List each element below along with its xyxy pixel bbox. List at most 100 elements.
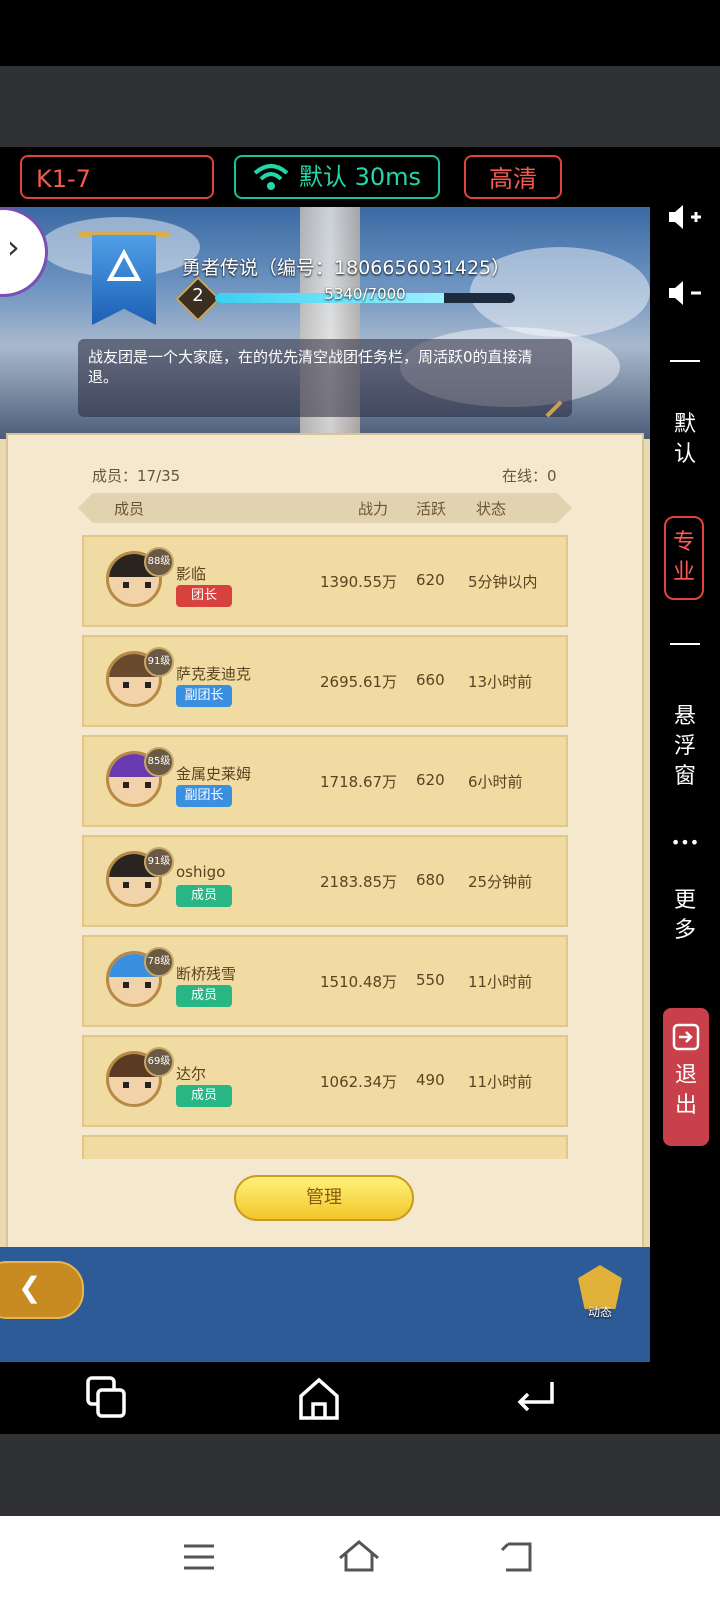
member-power: 1718.67万 (320, 773, 398, 791)
guild-notice: 战友团是一个大家庭，在的优先清空战团任务栏，周活跃0的直接清退。 (78, 339, 572, 418)
member-activity: 620 (416, 771, 445, 789)
network-button[interactable]: 默认 30ms (234, 155, 440, 199)
floating-window-button[interactable]: 悬 浮 窗 (650, 702, 720, 792)
member-level-badge: 91级 (144, 647, 174, 677)
back-arrow-icon: ❮ (18, 1271, 42, 1304)
back-button[interactable]: ❮ (0, 1261, 84, 1319)
member-name: oshigo (176, 863, 226, 881)
back-icon (500, 1542, 532, 1572)
game-view: 勇者传说（编号：1806656031425） 2 5340/7000 战友团是一… (0, 207, 650, 1362)
system-home-button[interactable] (334, 1532, 384, 1582)
status-bar (0, 0, 720, 66)
member-power: 1390.55万 (320, 573, 398, 591)
member-table-header: 成员 战力 活跃 状态 (78, 493, 572, 523)
stream-nav-bar (0, 1362, 720, 1434)
top-spacer (0, 66, 720, 147)
member-name: 萨克麦迪克 (176, 665, 252, 683)
menu-button[interactable] (174, 1532, 224, 1582)
bottom-bar: ❮ 动态 (0, 1247, 650, 1362)
stream-toolbar: K1-7 默认 30ms 高清 (0, 147, 720, 207)
home-outline-icon (339, 1540, 379, 1572)
member-level-badge: 88级 (144, 547, 174, 577)
member-row[interactable]: 88级 影临团长 1390.55万 620 5分钟以内 (82, 535, 568, 627)
server-button[interactable]: K1-7 (20, 155, 214, 199)
col-member: 成员 (114, 500, 145, 518)
member-activity: 620 (416, 571, 445, 589)
home-button[interactable] (294, 1374, 344, 1424)
member-activity: 660 (416, 671, 445, 689)
return-icon (517, 1382, 554, 1412)
member-level-badge: 91级 (144, 847, 174, 877)
member-row[interactable]: 85级 金属史莱姆 副团长 1718.67万 620 6小时前 (82, 735, 568, 827)
quality-button[interactable]: 高清 (464, 155, 562, 199)
network-label: 默认 30ms (298, 163, 422, 191)
member-name: 达尔 (176, 1065, 207, 1083)
member-level-badge: 69级 (144, 1047, 174, 1077)
col-power: 战力 (358, 500, 389, 518)
member-status: 11小时前 (468, 973, 533, 991)
nav-spacer (0, 1434, 720, 1516)
exit-label: 退 出 (674, 1063, 697, 1118)
member-power: 1062.34万 (320, 1073, 398, 1091)
edit-notice-icon[interactable] (545, 400, 563, 418)
divider (670, 643, 700, 645)
member-row[interactable]: 69级 达尔成员 1062.34万 490 11小时前 (82, 1035, 568, 1127)
member-activity: 680 (416, 871, 445, 889)
member-activity: 490 (416, 1071, 445, 1089)
menu-icon (184, 1544, 214, 1570)
default-mode-button[interactable]: 默 认 (650, 410, 720, 470)
member-level-badge: 78级 (144, 947, 174, 977)
expand-button[interactable]: › (0, 207, 48, 297)
wifi-icon (253, 164, 289, 190)
member-name: 影临 (176, 565, 207, 583)
system-nav-bar (0, 1516, 720, 1600)
member-role-badge: 团长 (176, 585, 232, 607)
member-status: 6小时前 (468, 773, 523, 791)
exit-button[interactable]: 退 出 (663, 1008, 709, 1146)
member-status: 5分钟以内 (468, 573, 538, 591)
more-dots-icon: ••• (670, 833, 700, 852)
home-icon (299, 1377, 339, 1420)
member-power: 2695.61万 (320, 673, 398, 691)
chevron-right-icon: › (7, 228, 20, 266)
xp-text: 5340/7000 (324, 285, 406, 303)
member-status: 25分钟前 (468, 873, 533, 891)
member-status: 11小时前 (468, 1073, 533, 1091)
recent-apps-button[interactable] (82, 1374, 132, 1424)
trends-label: 动态 (587, 1305, 612, 1319)
recent-apps-icon (86, 1376, 126, 1418)
member-list[interactable]: 88级 影临 团长 1390.55万 620 5分钟以内 91级 萨克麦迪克 副团长 2695.6… (82, 535, 568, 1159)
member-row[interactable]: 91级 萨克麦迪克副团长 2695.61万 660 13小时前 (82, 635, 568, 727)
volume-down-icon (669, 281, 701, 305)
member-role-badge: 成员 (176, 1085, 232, 1107)
divider (670, 360, 700, 362)
volume-down-button[interactable] (650, 278, 720, 317)
member-name: 断桥残雪 (176, 965, 237, 983)
guild-name: 勇者传说（编号：1806656031425） (182, 257, 511, 279)
guild-level: 2 (192, 285, 204, 306)
member-count: 成员：17/35 (92, 467, 181, 485)
trends-button[interactable]: 动态 (572, 1259, 628, 1323)
col-status: 状态 (476, 500, 507, 518)
member-status: 13小时前 (468, 673, 533, 691)
pro-mode-button[interactable]: 专 业 (664, 516, 704, 600)
system-back-button[interactable] (494, 1532, 544, 1582)
col-activity: 活跃 (416, 500, 447, 518)
volume-up-icon (669, 205, 701, 229)
member-row[interactable]: 91级 oshigo 成员 2183.85万 680 25分钟前 (82, 835, 568, 927)
notice-text: 战友团是一个大家庭，在的优先清空战团任务栏，周活跃0的直接清退。 (88, 348, 533, 386)
member-role-badge: 成员 (176, 885, 232, 907)
volume-up-button[interactable] (650, 202, 720, 241)
manage-button[interactable]: 管理 (234, 1175, 414, 1221)
member-power: 2183.85万 (320, 873, 398, 891)
member-role-badge: 副团长 (176, 785, 232, 807)
member-activity: 550 (416, 971, 445, 989)
member-role-badge: 成员 (176, 985, 232, 1007)
more-button[interactable]: 更 多 (650, 886, 720, 946)
member-role-badge: 副团长 (176, 685, 232, 707)
back-nav-button[interactable] (510, 1374, 560, 1424)
member-row-partial[interactable] (82, 1135, 568, 1159)
exit-icon (672, 1023, 700, 1051)
member-level-badge: 85级 (144, 747, 174, 777)
member-row[interactable]: 78级 断桥残雪 成员 1510.48万 550 11小时前 (82, 935, 568, 1027)
